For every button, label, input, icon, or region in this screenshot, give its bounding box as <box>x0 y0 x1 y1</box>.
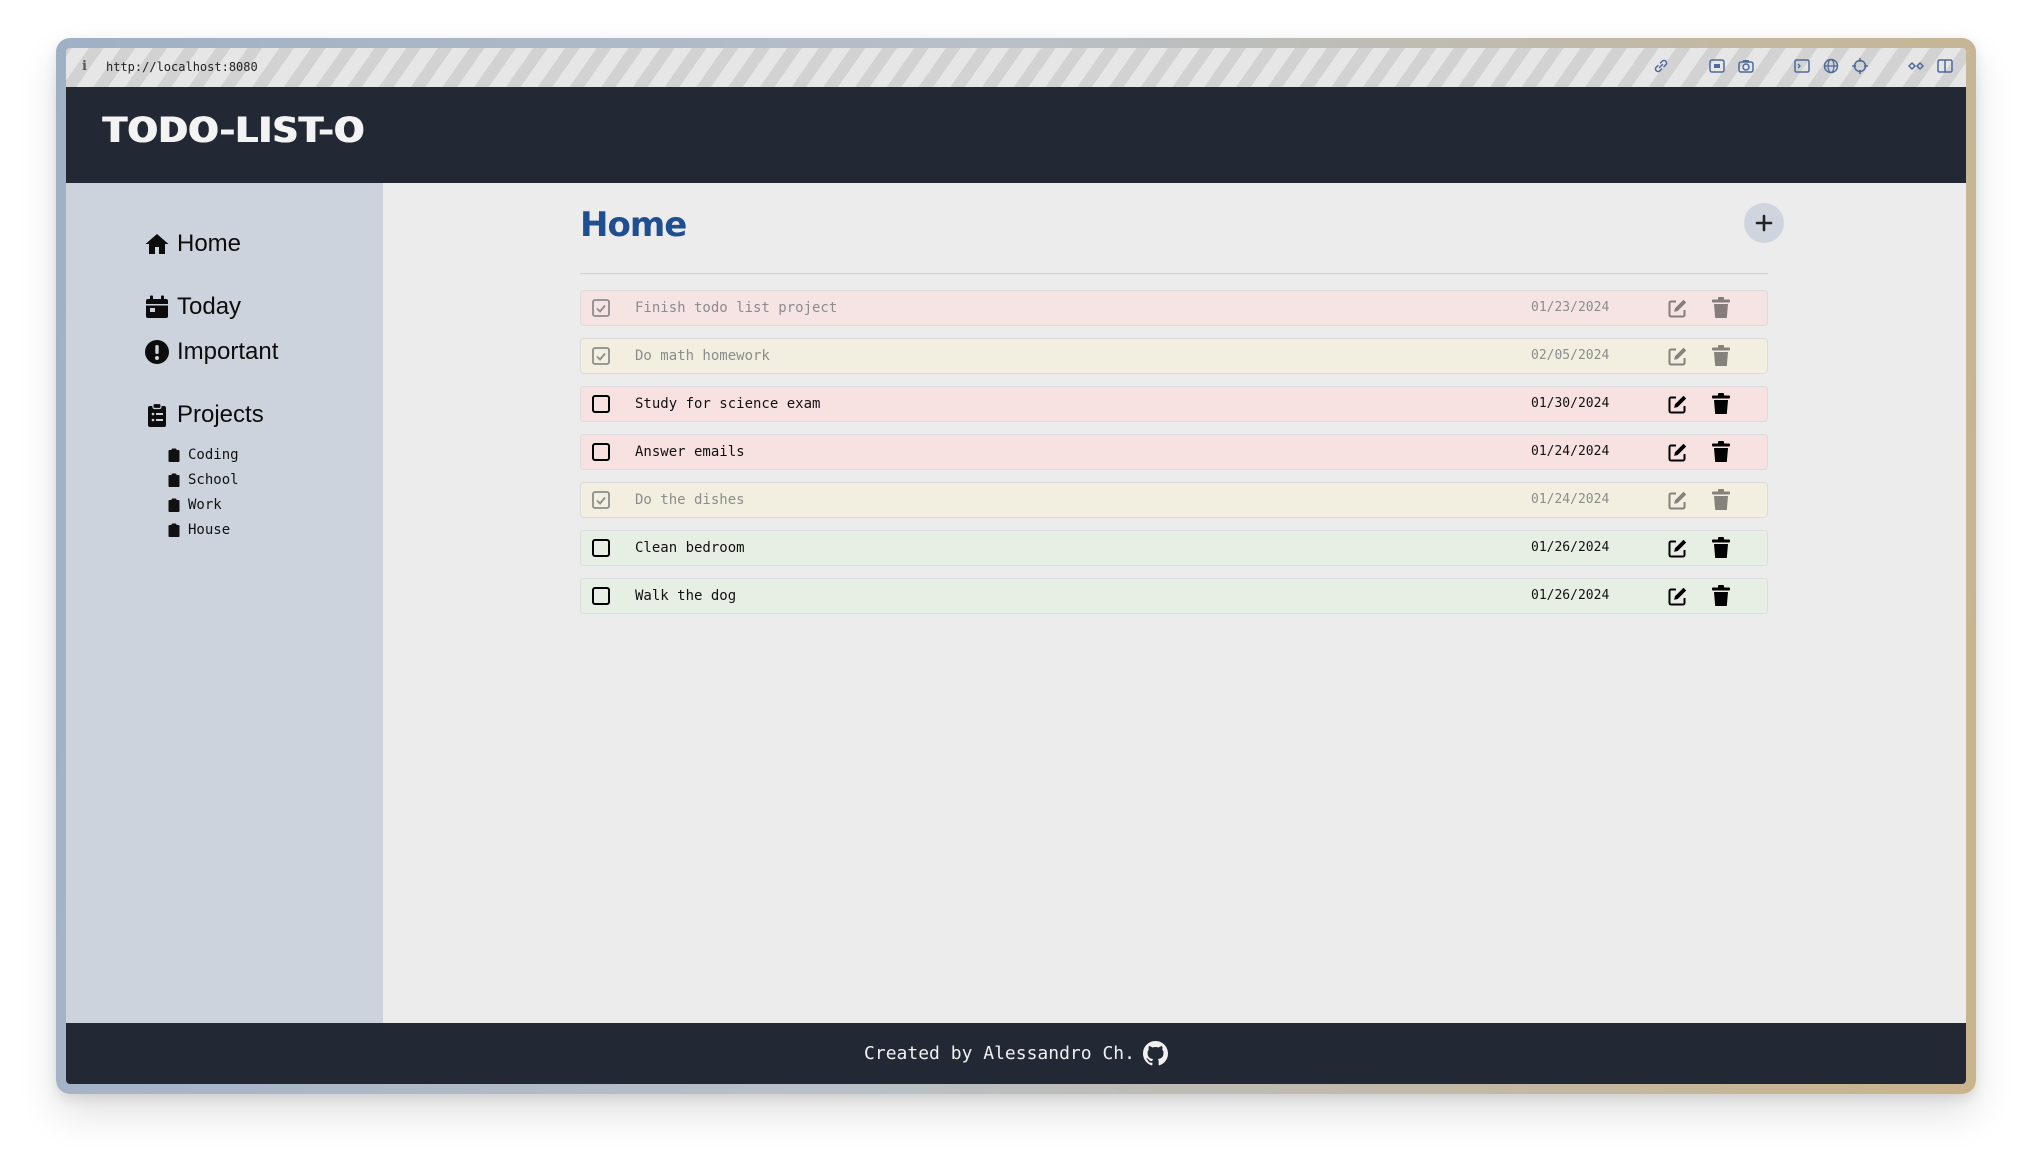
sidebar-item-label: Today <box>177 293 242 320</box>
task-date: 01/26/2024 <box>1531 540 1610 555</box>
sidebar-item-important[interactable]: Important <box>144 338 278 366</box>
trash-icon[interactable] <box>1712 393 1730 415</box>
sidebar-item-label: Important <box>177 338 279 365</box>
clipboard-icon <box>168 498 180 512</box>
edit-icon[interactable] <box>1667 490 1688 511</box>
sidebar-item-label: Projects <box>177 401 264 428</box>
project-label: Work <box>188 497 222 513</box>
trash-icon[interactable] <box>1712 489 1730 511</box>
url-field[interactable]: http://localhost:8080 <box>106 60 258 74</box>
house-icon <box>145 234 169 254</box>
checkbox-unchecked-icon[interactable] <box>591 442 611 462</box>
page-title: Home <box>580 205 687 245</box>
add-task-button[interactable] <box>1744 203 1784 243</box>
sidebar: Home Today Important Projects Coding Sch… <box>66 183 383 1023</box>
project-label: Coding <box>188 447 239 463</box>
globe-icon[interactable] <box>1822 57 1840 75</box>
github-icon[interactable] <box>1142 1041 1168 1066</box>
terminal-icon[interactable] <box>1793 57 1811 75</box>
edit-icon[interactable] <box>1667 442 1688 463</box>
task-row: Clean bedroom 01/26/2024 <box>580 530 1768 566</box>
task-row: Finish todo list project 01/23/2024 <box>580 290 1768 326</box>
task-date: 01/23/2024 <box>1531 300 1610 315</box>
browser-toolbar: i http://localhost:8080 <box>66 48 1966 87</box>
screenshot-icon[interactable] <box>1708 57 1726 75</box>
task-title: Finish todo list project <box>635 300 838 316</box>
checkbox-checked-icon[interactable] <box>591 346 611 366</box>
task-title: Answer emails <box>635 444 745 460</box>
sidebar-item-home[interactable]: Home <box>144 230 241 258</box>
task-title: Clean bedroom <box>635 540 745 556</box>
task-date: 02/05/2024 <box>1531 348 1610 363</box>
window-frame: i http://localhost:8080 TODO-LIST-O Home… <box>56 38 1976 1094</box>
edit-icon[interactable] <box>1667 346 1688 367</box>
edit-icon[interactable] <box>1667 538 1688 559</box>
task-row: Do math homework 02/05/2024 <box>580 338 1768 374</box>
project-item-school[interactable]: School <box>168 472 239 488</box>
project-item-work[interactable]: Work <box>168 497 222 513</box>
trash-icon[interactable] <box>1712 441 1730 463</box>
clipboard-icon <box>168 523 180 537</box>
task-date: 01/24/2024 <box>1531 492 1610 507</box>
task-row: Study for science exam 01/30/2024 <box>580 386 1768 422</box>
trash-icon[interactable] <box>1712 345 1730 367</box>
edit-icon[interactable] <box>1667 394 1688 415</box>
exclamation-circle-icon <box>145 340 169 364</box>
sidebar-toggle-icon[interactable] <box>1936 57 1954 75</box>
app-header: TODO-LIST-O <box>66 87 1966 183</box>
crosshair-icon[interactable] <box>1851 57 1869 75</box>
extension-icon[interactable] <box>1907 57 1925 75</box>
task-title: Study for science exam <box>635 396 821 412</box>
plus-icon <box>1755 214 1773 232</box>
link-icon[interactable] <box>1652 57 1670 75</box>
task-date: 01/26/2024 <box>1531 588 1610 603</box>
clipboard-icon <box>168 473 180 487</box>
camera-icon[interactable] <box>1737 57 1755 75</box>
task-title: Walk the dog <box>635 588 737 604</box>
trash-icon[interactable] <box>1712 537 1730 559</box>
clipboard-icon <box>168 448 180 462</box>
task-row: Walk the dog 01/26/2024 <box>580 578 1768 614</box>
task-title: Do math homework <box>635 348 770 364</box>
edit-icon[interactable] <box>1667 298 1688 319</box>
project-item-coding[interactable]: Coding <box>168 447 239 463</box>
app-footer: Created by Alessandro Ch. <box>66 1023 1966 1084</box>
checkbox-unchecked-icon[interactable] <box>591 586 611 606</box>
toolbar-icons <box>1652 57 1954 75</box>
sidebar-item-projects[interactable]: Projects <box>144 401 264 429</box>
task-title: Do the dishes <box>635 492 745 508</box>
footer-credit: Created by Alessandro Ch. <box>864 1043 1135 1064</box>
checkbox-unchecked-icon[interactable] <box>591 538 611 558</box>
checkbox-checked-icon[interactable] <box>591 298 611 318</box>
calendar-icon <box>146 295 168 318</box>
trash-icon[interactable] <box>1712 297 1730 319</box>
project-label: School <box>188 472 239 488</box>
title-divider <box>580 273 1768 274</box>
clipboard-icon <box>148 402 166 427</box>
task-date: 01/24/2024 <box>1531 444 1610 459</box>
project-label: House <box>188 522 231 538</box>
task-row: Do the dishes 01/24/2024 <box>580 482 1768 518</box>
edit-icon[interactable] <box>1667 586 1688 607</box>
brand-logo[interactable]: TODO-LIST-O <box>103 111 365 151</box>
browser-window: i http://localhost:8080 TODO-LIST-O Home… <box>66 48 1966 1084</box>
task-date: 01/30/2024 <box>1531 396 1610 411</box>
checkbox-checked-icon[interactable] <box>591 490 611 510</box>
task-row: Answer emails 01/24/2024 <box>580 434 1768 470</box>
sidebar-item-today[interactable]: Today <box>144 293 241 321</box>
info-icon[interactable]: i <box>82 59 87 74</box>
project-item-house[interactable]: House <box>168 522 230 538</box>
sidebar-item-label: Home <box>177 230 242 257</box>
trash-icon[interactable] <box>1712 585 1730 607</box>
checkbox-unchecked-icon[interactable] <box>591 394 611 414</box>
